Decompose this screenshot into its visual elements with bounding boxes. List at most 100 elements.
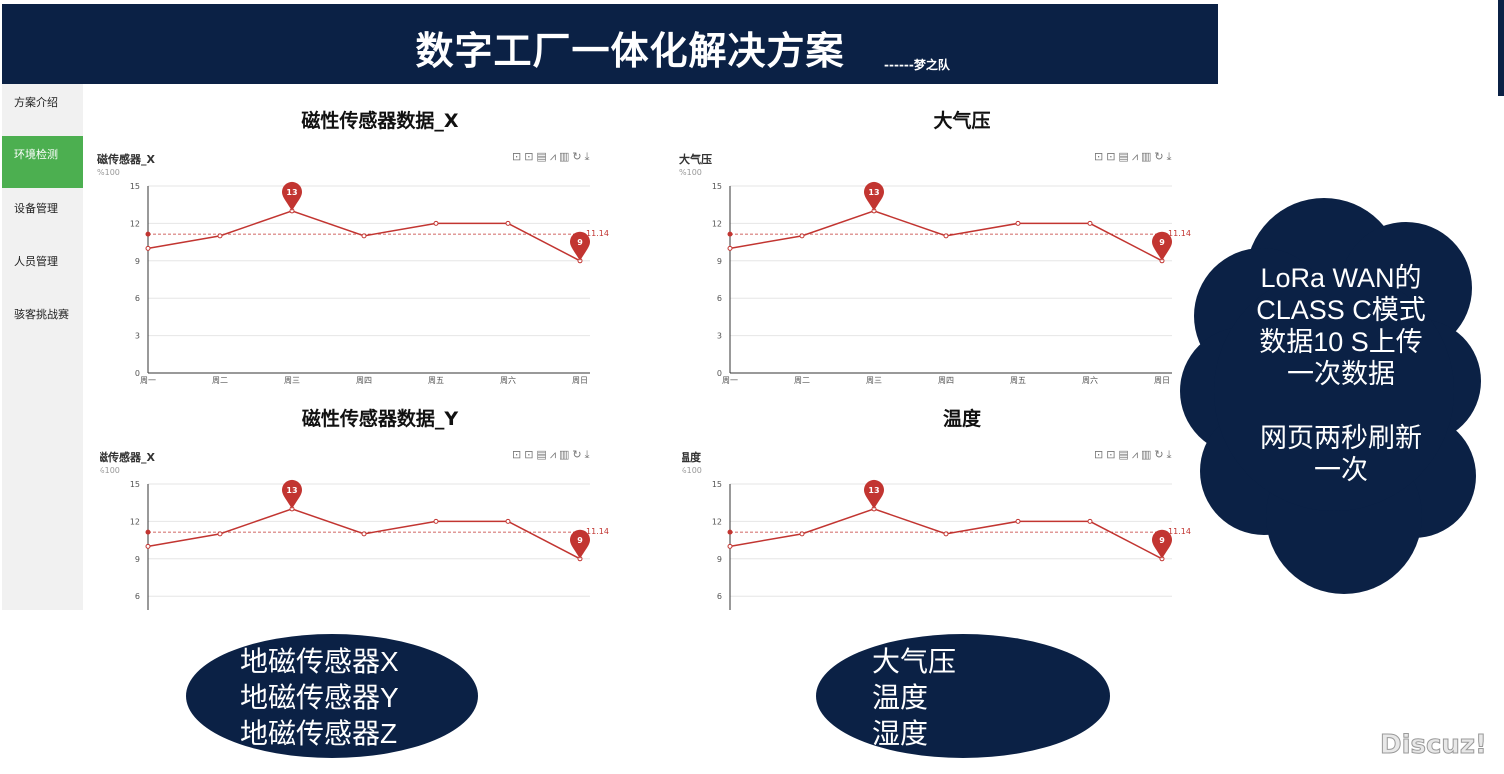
data-point bbox=[1087, 518, 1093, 524]
pin-label: 13 bbox=[286, 188, 297, 197]
chart-heading: 磁性传感器数据_X bbox=[301, 110, 459, 132]
data-point bbox=[433, 518, 439, 524]
y-tick-label: 3 bbox=[717, 332, 722, 341]
y-tick-label: 12 bbox=[130, 517, 140, 526]
data-point bbox=[361, 531, 367, 537]
x-tick-label: 周五 bbox=[428, 376, 444, 385]
y-tick-label: 9 bbox=[717, 555, 722, 564]
x-tick-label: 周日 bbox=[1154, 376, 1170, 385]
chart-toolbox[interactable]: ⊡⊡▤⩘▥↻⤓ bbox=[512, 448, 593, 462]
chart-heading: 温度 bbox=[942, 408, 981, 430]
average-label: 11.14 bbox=[586, 229, 609, 238]
chart-panel-pressure: 大气压 大气压 %100 ⊡⊡▤⩘▥↻⤓ 0 3 6 9 12 15 周一 周二 周三 周四 周五周… bbox=[679, 106, 1242, 391]
sidebar-item-staff-mgmt[interactable]: 人员管理 bbox=[2, 243, 83, 295]
chart-panel-mag-x: 磁性传感器数据_X 磁传感器_X %100 ⊡⊡▤⩘▥↻⤓ 0 3 6 9 12 15 周一… bbox=[97, 106, 660, 391]
chart-title: 磁传感器_X bbox=[97, 153, 155, 166]
y-tick-label: 12 bbox=[712, 219, 722, 228]
data-point bbox=[1015, 220, 1021, 226]
max-pin: 13 bbox=[864, 181, 884, 211]
data-point bbox=[145, 245, 151, 251]
sidebar-item-hacker-challenge[interactable]: 骇客挑战赛 bbox=[2, 296, 83, 348]
data-point bbox=[361, 233, 367, 239]
max-pin: 13 bbox=[864, 479, 884, 509]
chart-toolbox[interactable]: ⊡⊡▤⩘▥↻⤓ bbox=[1094, 150, 1175, 164]
average-line-start-marker bbox=[145, 231, 151, 237]
data-point bbox=[799, 233, 805, 239]
data-point bbox=[505, 518, 511, 524]
chart-toolbox[interactable]: ⊡⊡▤⩘▥↻⤓ bbox=[1094, 448, 1175, 462]
y-tick-label: 12 bbox=[130, 219, 140, 228]
data-point bbox=[145, 543, 151, 549]
chart-title: 温度 bbox=[682, 451, 701, 464]
data-point bbox=[727, 543, 733, 549]
pin-label: 9 bbox=[1159, 536, 1165, 545]
x-tick-label: 周六 bbox=[1082, 375, 1098, 385]
x-tick-label: 周三 bbox=[284, 376, 300, 385]
x-tick-label: 周六 bbox=[500, 375, 516, 385]
pin-label: 9 bbox=[577, 536, 583, 545]
max-pin: 13 bbox=[282, 181, 302, 211]
line-chart: 691215周一周二周三周四周五周六周日11.14139 bbox=[130, 479, 609, 610]
x-tick-label: 周二 bbox=[212, 376, 228, 385]
sidebar-item-device-mgmt[interactable]: 设备管理 bbox=[2, 190, 83, 242]
chart-toolbox[interactable]: ⊡⊡▤⩘▥↻⤓ bbox=[512, 150, 593, 164]
y-tick-label: 15 bbox=[130, 480, 140, 489]
average-line-start-marker bbox=[727, 231, 733, 237]
chart-heading: 磁性传感器数据_Y bbox=[301, 408, 459, 430]
sidebar-item-intro[interactable]: 方案介绍 bbox=[2, 84, 83, 136]
page-subtitle: ------梦之队 bbox=[884, 58, 950, 72]
data-point bbox=[799, 531, 805, 537]
x-tick-label: 周三 bbox=[866, 376, 882, 385]
y-tick-label: 15 bbox=[130, 182, 140, 191]
pin-label: 9 bbox=[577, 238, 583, 247]
data-point bbox=[433, 220, 439, 226]
pin-label: 9 bbox=[1159, 238, 1165, 247]
right-edge-bar bbox=[1498, 0, 1504, 96]
y-tick-label: 3 bbox=[135, 332, 140, 341]
average-line-start-marker bbox=[145, 529, 151, 535]
y-tick-label: 6 bbox=[135, 592, 140, 601]
y-tick-label: 12 bbox=[712, 517, 722, 526]
chart-heading: 大气压 bbox=[933, 110, 991, 132]
y-tick-label: 15 bbox=[712, 182, 722, 191]
y-tick-label: 6 bbox=[717, 294, 722, 303]
average-label: 11.14 bbox=[586, 527, 609, 536]
data-point bbox=[217, 233, 223, 239]
x-tick-label: 周一 bbox=[722, 376, 738, 385]
pin-label: 13 bbox=[286, 486, 297, 495]
chart-title: 磁传感器_X bbox=[100, 451, 155, 464]
data-point bbox=[1087, 220, 1093, 226]
x-tick-label: 周一 bbox=[140, 376, 156, 385]
sensor-ellipse-env-text: 大气压 温度 湿度 bbox=[872, 646, 957, 749]
y-tick-label: 9 bbox=[717, 257, 722, 266]
discuz-watermark: Discuz! bbox=[1380, 730, 1488, 761]
line-chart: 03691215周一 周二 周三 周四 周五 周六 周日11.14139 bbox=[712, 181, 1191, 385]
x-tick-label: 周四 bbox=[938, 376, 954, 385]
line-chart: 691215周一周二周三周四周五周六周日11.14139 bbox=[712, 479, 1191, 610]
y-tick-label: 9 bbox=[135, 555, 140, 564]
average-line-start-marker bbox=[727, 529, 733, 535]
data-point bbox=[727, 245, 733, 251]
x-tick-label: 周四 bbox=[356, 376, 372, 385]
y-tick-label: 15 bbox=[712, 480, 722, 489]
sidebar-item-env-monitor[interactable]: 环境检测 bbox=[2, 136, 83, 188]
data-point bbox=[217, 531, 223, 537]
y-tick-label: 6 bbox=[135, 294, 140, 303]
x-tick-label: 周二 bbox=[794, 376, 810, 385]
data-point bbox=[505, 220, 511, 226]
line-chart: 03691215周一 周二 周三 周四 周五 周六 周日11.14139 bbox=[130, 181, 609, 385]
y-tick-label: 9 bbox=[135, 257, 140, 266]
pin-label: 13 bbox=[868, 486, 879, 495]
pin-label: 13 bbox=[868, 188, 879, 197]
data-point bbox=[943, 531, 949, 537]
cloud-callout-text: LoRa WAN的 CLASS C模式 数据10 S上传 一次数据 网页两秒刷新… bbox=[1256, 263, 1426, 485]
sensor-ellipse-env bbox=[816, 634, 1110, 758]
y-tick-label: 6 bbox=[717, 592, 722, 601]
chart-title: 大气压 bbox=[679, 153, 712, 166]
x-tick-label: 周五 bbox=[1010, 376, 1026, 385]
chart-panel-temperature: 温度 温度 %100 ⊡⊡▤⩘▥↻⤓ 691215周一周二周三周四周五周六周日1… bbox=[682, 404, 1242, 610]
data-point bbox=[1015, 518, 1021, 524]
data-point bbox=[943, 233, 949, 239]
max-pin: 13 bbox=[282, 479, 302, 509]
page-title: 数字工厂一体化解决方案 bbox=[415, 29, 845, 73]
